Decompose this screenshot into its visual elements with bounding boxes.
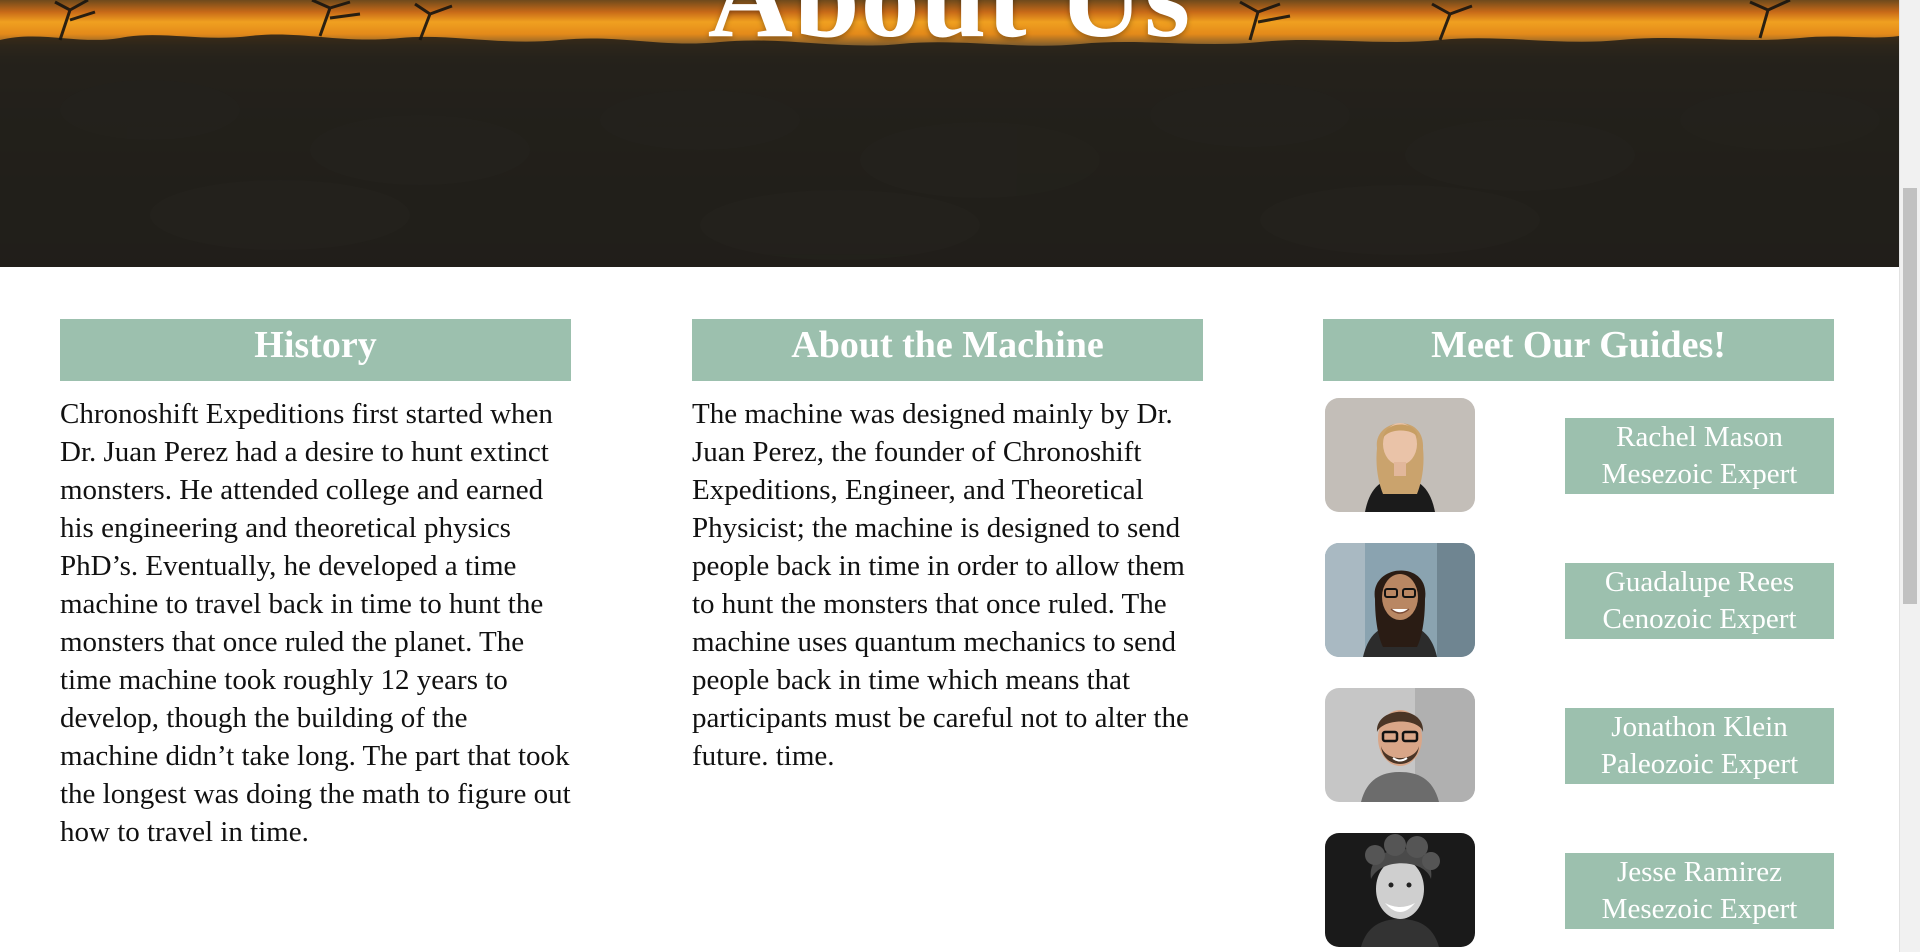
guide-badge: Jonathon Klein Paleozoic Expert: [1565, 708, 1834, 784]
guide-card: Jesse Ramirez Mesezoic Expert: [1323, 833, 1834, 949]
history-section: History Chronoshift Expeditions first st…: [60, 319, 571, 851]
guide-photo-avatar: [1325, 688, 1475, 802]
machine-text: The machine was designed mainly by Dr. J…: [692, 398, 1189, 772]
hero-banner: About Us: [0, 0, 1899, 267]
guide-name: Jonathon Klein: [1611, 711, 1788, 743]
guide-role: Mesezoic Expert: [1601, 458, 1798, 490]
vertical-scrollbar[interactable]: [1899, 0, 1920, 952]
guide-role: Cenozoic Expert: [1602, 603, 1797, 635]
guide-name: Jesse Ramirez: [1616, 856, 1783, 888]
machine-heading: About the Machine: [692, 319, 1203, 381]
guide-name: Rachel Mason: [1616, 421, 1783, 453]
guide-name: Guadalupe Rees: [1604, 566, 1795, 598]
guide-badge: Jesse Ramirez Mesezoic Expert: [1565, 853, 1834, 929]
guide-card: Jonathon Klein Paleozoic Expert: [1323, 688, 1834, 804]
guide-photo-avatar: [1325, 543, 1475, 657]
guide-badge: Rachel Mason Mesezoic Expert: [1565, 418, 1834, 494]
page-title: About Us: [0, 0, 1899, 56]
guide-card: Guadalupe Rees Cenozoic Expert: [1323, 543, 1834, 659]
guides-section: Meet Our Guides!: [1323, 319, 1834, 381]
page: About Us History Chronoshift Expeditions…: [0, 0, 1920, 952]
guide-photo-avatar: [1325, 398, 1475, 512]
history-text: Chronoshift Expeditions first started wh…: [60, 398, 571, 848]
guide-role: Mesezoic Expert: [1601, 893, 1798, 925]
guide-role: Paleozoic Expert: [1600, 748, 1799, 780]
guide-card: Rachel Mason Mesezoic Expert: [1323, 398, 1834, 514]
scrollbar-thumb[interactable]: [1903, 188, 1917, 604]
guide-badge: Guadalupe Rees Cenozoic Expert: [1565, 563, 1834, 639]
guide-photo-avatar: [1325, 833, 1475, 947]
machine-section: About the Machine The machine was design…: [692, 319, 1203, 775]
history-heading: History: [60, 319, 571, 381]
guides-heading: Meet Our Guides!: [1323, 319, 1834, 381]
